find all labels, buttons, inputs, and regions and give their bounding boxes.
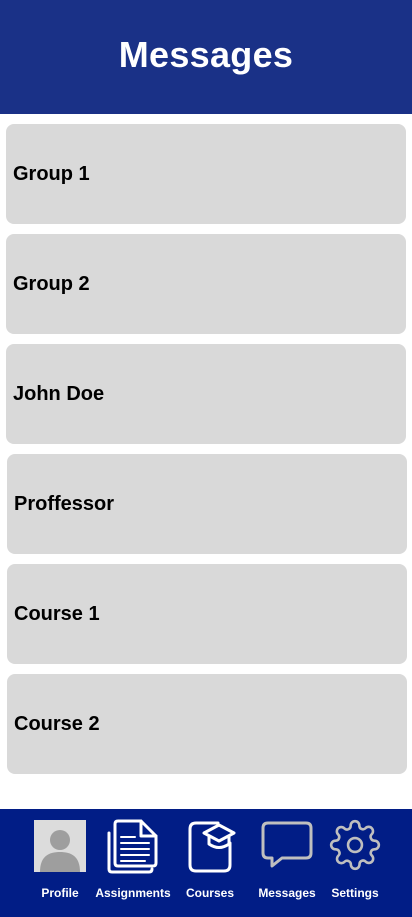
conversation-label: John Doe	[13, 382, 105, 405]
bottom-nav: Profile Assignments Courses Messages Set…	[0, 809, 412, 917]
conversation-item-group-2[interactable]: Group 2	[6, 234, 406, 334]
conversation-item-john-doe[interactable]: John Doe	[6, 344, 406, 444]
profile-avatar-icon	[30, 820, 90, 876]
conversation-item-professor[interactable]: Proffessor	[7, 454, 407, 554]
nav-label: Courses	[185, 886, 235, 900]
conversation-label: Proffessor	[14, 492, 115, 515]
nav-item-courses[interactable]: Courses	[180, 809, 240, 917]
conversation-item-course-2[interactable]: Course 2	[7, 674, 407, 774]
conversation-label: Course 1	[14, 602, 100, 625]
nav-label: Assignments	[95, 886, 171, 900]
conversation-label: Group 2	[13, 272, 90, 295]
nav-label: Settings	[331, 886, 379, 900]
nav-item-settings[interactable]: Settings	[326, 809, 384, 917]
conversation-label: Course 2	[14, 712, 100, 735]
graduation-cap-icon	[180, 819, 240, 875]
conversation-label: Group 1	[13, 162, 90, 185]
document-icon	[92, 819, 174, 875]
chat-bubble-icon	[252, 819, 322, 875]
page-title: Messages	[118, 34, 294, 75]
nav-item-messages[interactable]: Messages	[252, 809, 322, 917]
nav-label: Messages	[258, 886, 316, 900]
app-header: Messages	[0, 0, 412, 114]
nav-item-profile[interactable]: Profile	[30, 809, 90, 917]
nav-label: Profile	[41, 886, 79, 900]
conversation-item-group-1[interactable]: Group 1	[6, 124, 406, 224]
gear-icon	[326, 819, 384, 875]
conversation-item-course-1[interactable]: Course 1	[7, 564, 407, 664]
nav-item-assignments[interactable]: Assignments	[92, 809, 174, 917]
